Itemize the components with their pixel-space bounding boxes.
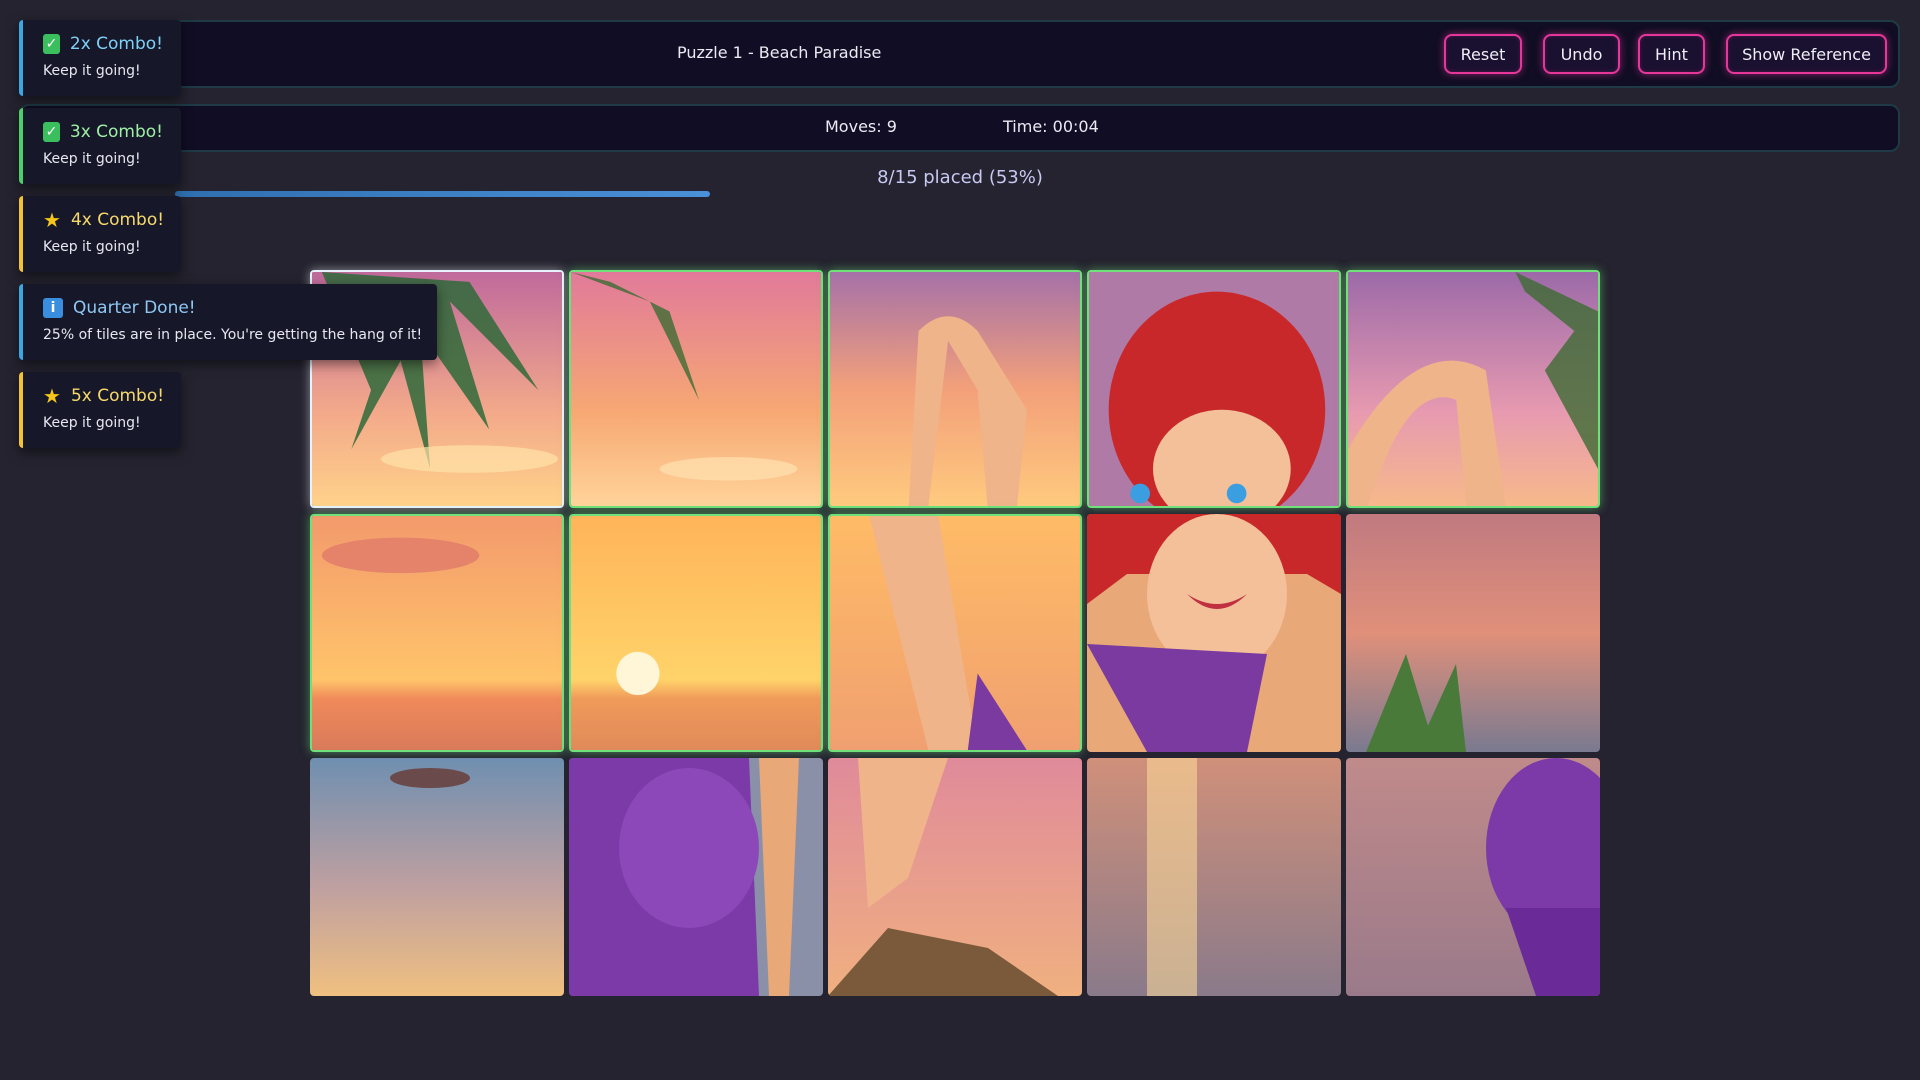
toast-message: Keep it going! <box>43 415 141 431</box>
puzzle-tile[interactable] <box>1087 758 1341 996</box>
toast-quarter-done: i Quarter Done! 25% of tiles are in plac… <box>19 284 437 360</box>
moves-counter: Moves: 9 <box>825 117 897 136</box>
puzzle-tile[interactable] <box>310 758 564 996</box>
toast-message: 25% of tiles are in place. You're gettin… <box>43 327 423 343</box>
puzzle-tile[interactable] <box>828 270 1082 508</box>
puzzle-board <box>310 270 1610 1000</box>
show-reference-button[interactable]: Show Reference <box>1726 34 1887 74</box>
toast-combo-3x: ✓ 3x Combo! Keep it going! <box>19 108 181 184</box>
reset-button[interactable]: Reset <box>1444 34 1522 74</box>
progress-label: 8/15 placed (53%) <box>877 167 1043 188</box>
puzzle-tile[interactable] <box>310 514 564 752</box>
toast-combo-2x: ✓ 2x Combo! Keep it going! <box>19 20 181 96</box>
toast-title: 5x Combo! <box>70 386 165 406</box>
puzzle-tile[interactable] <box>828 758 1082 996</box>
toast-message: Keep it going! <box>43 151 141 167</box>
toast-message: Keep it going! <box>43 239 141 255</box>
puzzle-tile[interactable] <box>1087 514 1341 752</box>
puzzle-tile[interactable] <box>1087 270 1341 508</box>
toast-title: 3x Combo! <box>69 122 163 142</box>
puzzle-tile[interactable] <box>569 270 823 508</box>
progress-fill <box>175 191 711 197</box>
timer: Time: 00:04 <box>1003 117 1099 136</box>
puzzle-tile[interactable] <box>569 514 823 752</box>
toast-combo-4x: ★ 4x Combo! Keep it going! <box>19 196 181 272</box>
check-icon: ✓ <box>43 122 60 142</box>
check-icon: ✓ <box>43 34 60 54</box>
puzzle-tile[interactable] <box>1346 758 1600 996</box>
toast-title: 4x Combo! <box>70 210 165 230</box>
toast-title: 2x Combo! <box>69 34 163 54</box>
puzzle-tile[interactable] <box>569 758 823 996</box>
star-icon: ★ <box>43 208 61 232</box>
toast-message: Keep it going! <box>43 63 141 79</box>
toast-title: Quarter Done! <box>73 298 196 318</box>
puzzle-tile[interactable] <box>1346 270 1600 508</box>
undo-button[interactable]: Undo <box>1543 34 1620 74</box>
star-icon: ★ <box>43 384 61 408</box>
stats-bar <box>19 104 1900 152</box>
toast-combo-5x: ★ 5x Combo! Keep it going! <box>19 372 181 448</box>
puzzle-tile[interactable] <box>828 514 1082 752</box>
puzzle-tile[interactable] <box>1346 514 1600 752</box>
info-icon: i <box>43 298 63 318</box>
puzzle-title: Puzzle 1 - Beach Paradise <box>677 43 882 62</box>
progress-bar <box>175 191 1185 197</box>
hint-button[interactable]: Hint <box>1638 34 1705 74</box>
